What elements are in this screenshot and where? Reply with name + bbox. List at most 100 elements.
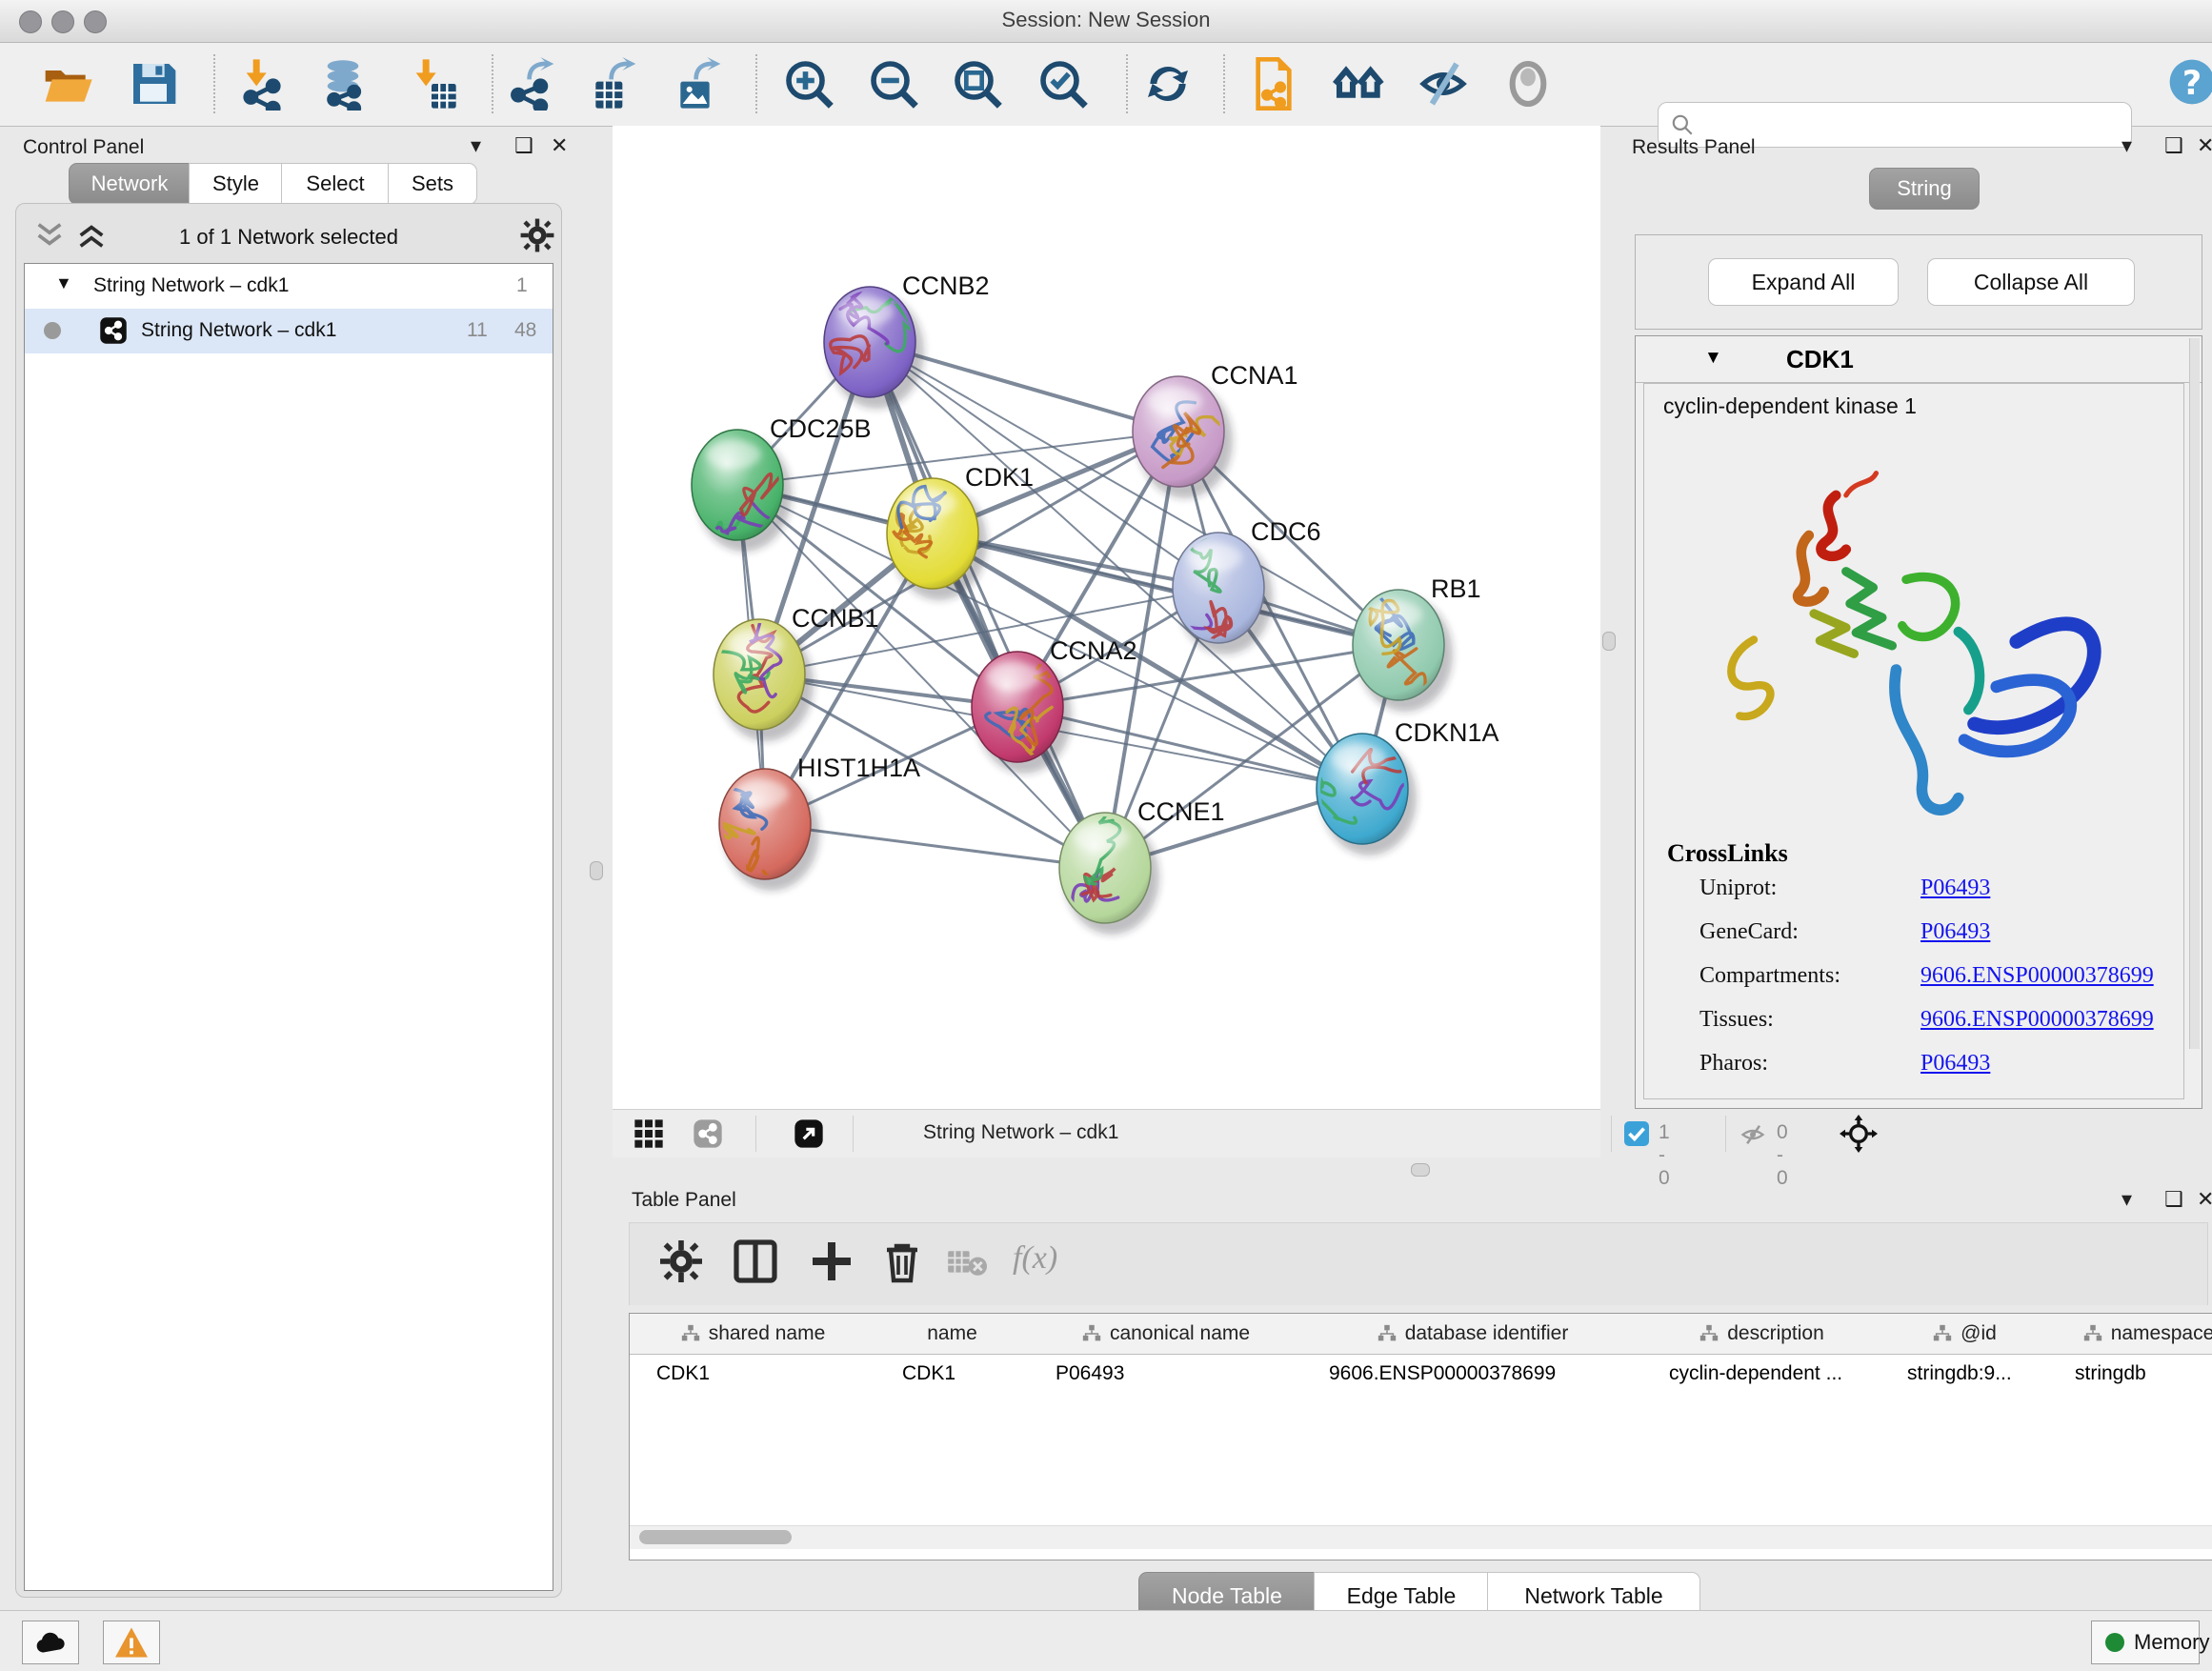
zoom-out-icon[interactable] <box>867 57 920 111</box>
cell-shared-name[interactable]: CDK1 <box>630 1354 875 1394</box>
crosslink-genecard[interactable]: P06493 <box>1920 919 1990 945</box>
show-columns-icon[interactable] <box>733 1238 778 1284</box>
crosslink-pharos[interactable]: P06493 <box>1920 1051 1990 1077</box>
column-header-database-identifier[interactable]: database identifier <box>1302 1314 1643 1355</box>
title-bar: Session: New Session <box>0 0 2212 43</box>
table-gear-icon[interactable] <box>658 1238 704 1284</box>
left-splitter-handle[interactable] <box>590 861 603 880</box>
table-panel-close-icon[interactable]: ✕ <box>2197 1187 2212 1212</box>
column-header-namespace[interactable]: namespace <box>2048 1314 2212 1355</box>
warnings-button[interactable] <box>103 1621 160 1664</box>
warning-icon <box>113 1626 150 1659</box>
memory-button[interactable]: Memory <box>2091 1621 2200 1664</box>
expand-all-button[interactable]: Expand All <box>1708 258 1899 306</box>
column-header-shared-name[interactable]: shared name <box>630 1314 876 1355</box>
save-session-icon[interactable] <box>127 57 180 111</box>
apply-layout-icon[interactable] <box>1141 57 1195 111</box>
zoom-selected-icon[interactable] <box>1036 57 1090 111</box>
birds-eye-view-icon[interactable] <box>794 1118 824 1149</box>
crosslink-label: Compartments: <box>1699 963 1840 989</box>
control-panel-menu-icon[interactable]: ▾ <box>471 133 481 158</box>
memory-status-dot <box>2105 1633 2124 1652</box>
crosslink-uniprot[interactable]: P06493 <box>1920 876 1990 901</box>
gene-symbol: CDK1 <box>1786 345 1854 374</box>
tab-style[interactable]: Style <box>189 163 283 205</box>
string-network-graph[interactable]: CCNB2CCNA1CDC25BCDK1CDC6RB1CCNB1CCNA2CDK… <box>613 126 1600 1109</box>
node-table[interactable]: shared namenamecanonical namedatabase id… <box>629 1313 2212 1560</box>
gene-details: cyclin-dependent kinase 1 CrossLin <box>1643 383 2184 1099</box>
right-splitter-handle[interactable] <box>1602 632 1616 651</box>
column-header-canonical-name[interactable]: canonical name <box>1029 1314 1303 1355</box>
show-all-icon[interactable] <box>1501 57 1555 111</box>
table-panel-menu-icon[interactable]: ▾ <box>2122 1187 2132 1212</box>
network-view-icon[interactable] <box>693 1118 723 1149</box>
table-hscrollbar[interactable] <box>630 1525 2212 1549</box>
help-icon[interactable]: ? <box>2165 55 2212 109</box>
search-input[interactable] <box>1704 107 2118 141</box>
column-header--id[interactable]: @id <box>1880 1314 2049 1355</box>
results-panel-menu-icon[interactable]: ▾ <box>2122 133 2132 158</box>
collapse-all-button[interactable]: Collapse All <box>1927 258 2135 306</box>
export-image-icon[interactable] <box>672 57 725 111</box>
results-panel-float-icon[interactable]: ❑ <box>2164 133 2183 158</box>
control-panel-float-icon[interactable]: ❑ <box>514 133 533 158</box>
cell-namespace[interactable]: stringdb <box>2048 1354 2212 1394</box>
cell-database-identifier[interactable]: 9606.ENSP00000378699 <box>1302 1354 1642 1394</box>
crosslink-compartments[interactable]: 9606.ENSP00000378699 <box>1920 963 2154 989</box>
zoom-fit-icon[interactable] <box>951 57 1004 111</box>
gene-disclosure-icon[interactable]: ▼ <box>1704 348 1722 369</box>
add-column-icon[interactable] <box>809 1238 855 1284</box>
gene-card-header[interactable]: ▼ CDK1 <box>1636 336 2202 383</box>
grid-view-icon[interactable] <box>633 1118 664 1149</box>
tab-sets[interactable]: Sets <box>388 163 477 205</box>
table-hscrollbar-thumb[interactable] <box>639 1530 792 1544</box>
svg-text:CDC25B: CDC25B <box>770 414 872 443</box>
network-status-dot <box>44 322 61 339</box>
svg-text:CCNA2: CCNA2 <box>1050 636 1137 665</box>
column-type-icon <box>1377 1322 1405 1344</box>
column-header-description[interactable]: description <box>1642 1314 1881 1355</box>
delete-column-icon[interactable] <box>879 1238 925 1284</box>
network-from-file-icon[interactable] <box>1247 57 1300 111</box>
network-type-icon <box>99 316 128 345</box>
table-panel-float-icon[interactable]: ❑ <box>2164 1187 2183 1212</box>
crosslink-tissues[interactable]: 9606.ENSP00000378699 <box>1920 1007 2154 1033</box>
hide-selected-icon[interactable] <box>1417 57 1470 111</box>
import-network-icon[interactable] <box>235 57 289 111</box>
import-database-icon[interactable] <box>316 57 370 111</box>
tab-network[interactable]: Network <box>69 163 191 205</box>
network-tree: ▼ String Network – cdk1 1 String Network… <box>24 263 553 1591</box>
delete-table-icon <box>948 1248 988 1278</box>
hidden-count: 0 - 0 <box>1777 1121 1788 1190</box>
network-row[interactable]: String Network – cdk1 11 48 <box>25 309 553 353</box>
tab-select[interactable]: Select <box>281 163 390 205</box>
selected-checkbox[interactable] <box>1624 1121 1649 1146</box>
cell-description[interactable]: cyclin-dependent ... <box>1642 1354 1880 1394</box>
network-collection-row[interactable]: ▼ String Network – cdk1 1 <box>25 264 553 309</box>
network-canvas[interactable]: CCNB2CCNA1CDC25BCDK1CDC6RB1CCNB1CCNA2CDK… <box>613 126 1600 1109</box>
crosslink-label: Uniprot: <box>1699 876 1777 901</box>
zoom-in-icon[interactable] <box>782 57 835 111</box>
results-scrollbar[interactable] <box>2189 338 2200 1049</box>
selected-count: 1 - 0 <box>1659 1121 1670 1190</box>
tab-string[interactable]: String <box>1869 168 1980 210</box>
column-header-name[interactable]: name <box>875 1314 1030 1355</box>
control-panel-close-icon[interactable]: ✕ <box>551 133 568 158</box>
cloud-button[interactable] <box>22 1621 79 1664</box>
cell-name[interactable]: CDK1 <box>875 1354 1029 1394</box>
cell--id[interactable]: stringdb:9... <box>1880 1354 2048 1394</box>
export-table-icon[interactable] <box>587 57 640 111</box>
window-title: Session: New Session <box>0 8 2212 32</box>
bottom-splitter-handle[interactable] <box>1411 1163 1430 1177</box>
cell-canonical-name[interactable]: P06493 <box>1029 1354 1302 1394</box>
table-toolbar: f(x) <box>629 1222 2208 1305</box>
first-neighbors-icon[interactable] <box>1333 57 1386 111</box>
import-table-icon[interactable] <box>405 57 458 111</box>
export-network-icon[interactable] <box>505 57 558 111</box>
open-session-icon[interactable] <box>41 57 94 111</box>
collection-disclosure-icon[interactable]: ▼ <box>55 273 72 293</box>
results-panel-close-icon[interactable]: ✕ <box>2197 133 2212 158</box>
crosslink-label: GeneCard: <box>1699 919 1799 945</box>
fit-content-crosshair-icon[interactable] <box>1840 1115 1878 1153</box>
gear-icon[interactable] <box>519 217 555 253</box>
